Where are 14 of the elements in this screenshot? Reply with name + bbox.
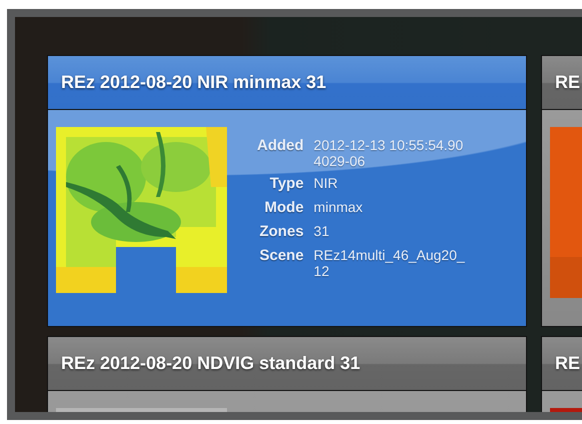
detail-label: Type [268,175,304,193]
detail-label: Scene [258,247,304,266]
detail-value: REz14multi_46_Aug20_ 12 [314,247,466,279]
card-title[interactable]: REz 2012-08-20 NDVIG standard 31 [48,337,526,391]
detail-label: Zones [258,223,304,241]
detail-value: minmax [314,199,364,217]
detail-value: 31 [314,223,330,241]
card-title[interactable]: REz 2012-08-20 NIR minmax 31 [48,56,526,110]
card-title[interactable]: RE [542,56,582,110]
detail-label: Mode [264,199,304,217]
detail-label: Added [257,137,304,156]
card-title[interactable]: RE [542,337,582,391]
detail-value: NIR [314,175,339,193]
detail-value: 2012-12-13 10:55:54.90 4029-06 [314,137,464,169]
